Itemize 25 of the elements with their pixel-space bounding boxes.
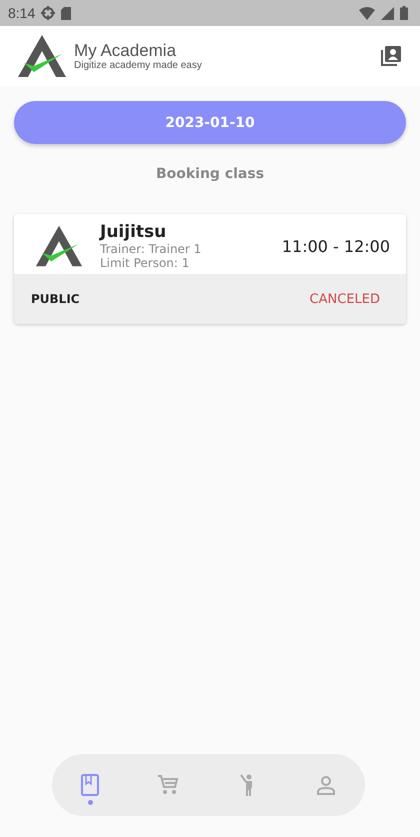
signal-icon <box>381 6 394 20</box>
book-icon <box>81 774 100 796</box>
class-time: 11:00 - 12:00 <box>282 236 390 256</box>
app-tagline: Digitize academy made easy <box>74 60 202 70</box>
status-label: CANCELED <box>310 292 380 306</box>
profile-icon <box>316 775 336 795</box>
section-title: Booking class <box>154 166 266 182</box>
wifi-icon <box>359 6 375 20</box>
status-time: 8:14 <box>8 5 36 21</box>
gear-icon <box>41 6 56 20</box>
booking-card[interactable]: Juijitsu Trainer: Trainer 1 Limit Person: 1 11:00 - 12:00 PUBLIC CANCELED <box>14 214 406 324</box>
battery-icon <box>400 6 408 20</box>
selected-dot <box>88 800 93 805</box>
sd-card-icon <box>61 6 72 20</box>
app-name: My Academia <box>74 42 178 60</box>
logo-icon <box>16 33 68 79</box>
limit-text: Limit Person: 1 <box>100 256 190 270</box>
cart-nav-item[interactable] <box>157 774 180 796</box>
profile-nav-item[interactable] <box>316 775 336 795</box>
cart-icon <box>157 774 180 796</box>
class-title: Juijitsu <box>100 222 168 242</box>
visibility-label: PUBLIC <box>31 292 80 306</box>
contacts-icon[interactable] <box>380 45 402 67</box>
trainer-text: Trainer: Trainer 1 <box>100 242 202 256</box>
logo-icon <box>34 223 84 269</box>
